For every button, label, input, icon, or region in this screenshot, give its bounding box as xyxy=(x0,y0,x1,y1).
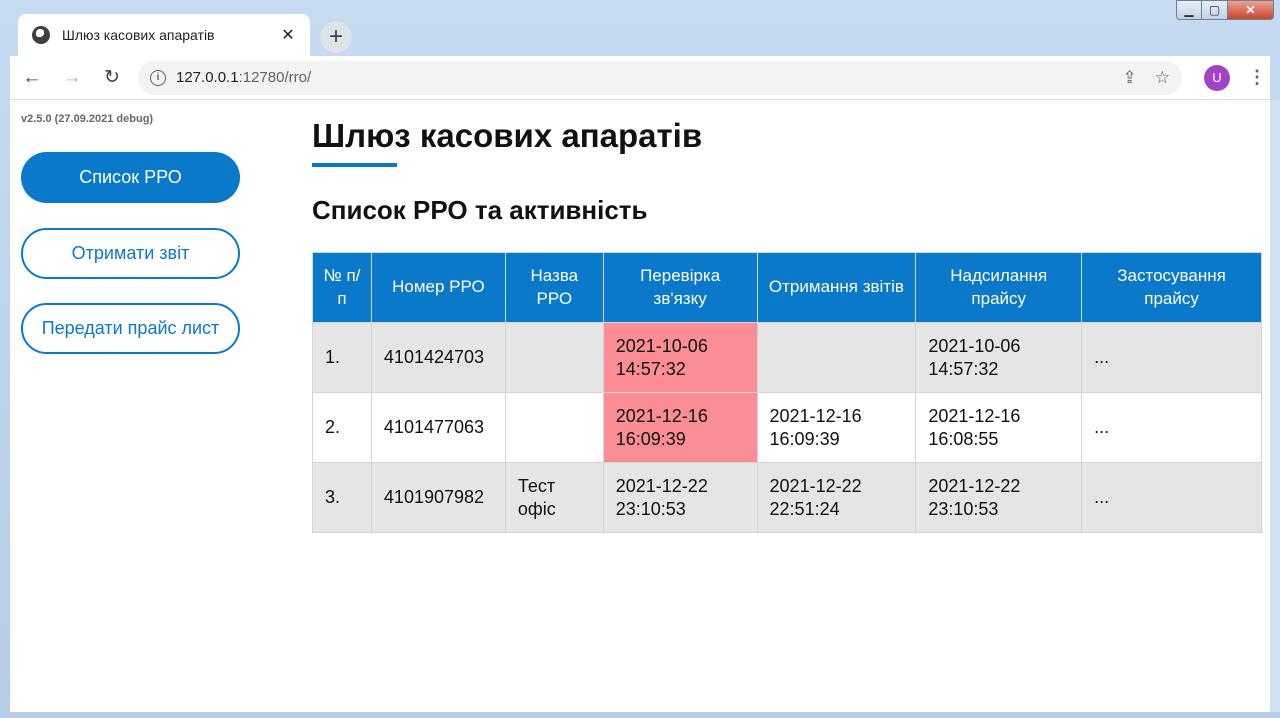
version-label: v2.5.0 (27.09.2021 debug) xyxy=(21,113,154,125)
col-header-connection-check: Перевірка зв'язку xyxy=(602,252,758,323)
new-tab-button[interactable]: + xyxy=(320,21,352,53)
cell-connection-check: 2021-12-16 16:09:39 xyxy=(602,392,758,463)
minimize-icon[interactable]: ▁ xyxy=(1176,0,1202,20)
cell-num: 3. xyxy=(312,462,372,533)
info-icon[interactable]: i xyxy=(150,69,166,86)
send-price-list-button[interactable]: Передати прайс лист xyxy=(21,303,240,354)
col-header-reports: Отримання звітів xyxy=(756,252,917,323)
cell-reports xyxy=(756,322,917,393)
url-text[interactable]: 127.0.0.1:12780/rro/ xyxy=(176,69,1105,86)
window-right-edge xyxy=(1270,100,1280,712)
close-window-icon[interactable]: ✕ xyxy=(1228,0,1274,20)
reload-icon[interactable]: ↻ xyxy=(94,60,130,96)
cell-reports: 2021-12-16 16:09:39 xyxy=(756,392,917,463)
cell-connection-check: 2021-10-06 14:57:32 xyxy=(602,322,758,393)
forward-arrow-icon[interactable]: → xyxy=(54,60,90,96)
window-controls: ▁ ▢ ✕ xyxy=(1176,0,1274,20)
cell-connection-check: 2021-12-22 23:10:53 xyxy=(602,462,758,533)
browser-toolbar: ← → ↻ i 127.0.0.1:12780/rro/ ⇪ ☆ U ⋮ xyxy=(10,56,1270,100)
cell-price-apply: ... xyxy=(1081,462,1262,533)
col-header-rro-name: Назва РРО xyxy=(504,252,604,323)
cell-rro-number: 4101424703 xyxy=(370,322,506,393)
share-icon[interactable]: ⇪ xyxy=(1123,68,1137,88)
tab-active[interactable]: Шлюз касових апаратів ✕ xyxy=(18,14,310,56)
section-title: Список РРО та активність xyxy=(312,195,648,225)
rro-table: № п/п Номер РРО Назва РРО Перевірка зв'я… xyxy=(312,252,1262,533)
cell-reports: 2021-12-22 22:51:24 xyxy=(756,462,917,533)
profile-avatar[interactable]: U xyxy=(1204,64,1230,91)
get-report-button[interactable]: Отримати звіт xyxy=(21,228,240,279)
page-content: v2.5.0 (27.09.2021 debug) Список РРО Отр… xyxy=(10,100,1270,712)
kebab-menu-icon[interactable]: ⋮ xyxy=(1248,67,1266,88)
url-host: 127.0.0.1 xyxy=(176,69,239,86)
browser-window: ▁ ▢ ✕ Шлюз касових апаратів ✕ + ← → ↻ i … xyxy=(0,0,1280,718)
back-arrow-icon[interactable]: ← xyxy=(14,60,50,96)
rro-list-button[interactable]: Список РРО xyxy=(21,152,240,203)
cell-num: 2. xyxy=(312,392,372,463)
tab-title: Шлюз касових апаратів xyxy=(62,27,215,43)
address-bar[interactable]: i 127.0.0.1:12780/rro/ ⇪ ☆ xyxy=(138,60,1182,95)
url-path: :12780/rro/ xyxy=(238,69,312,86)
page-title: Шлюз касових апаратів xyxy=(312,117,703,154)
title-underline xyxy=(312,163,397,167)
table-row: 2. 4101477063 2021-12-16 16:09:39 2021-1… xyxy=(312,392,1262,463)
col-header-price-send: Надсилання прайсу xyxy=(915,252,1083,323)
cell-rro-number: 4101907982 xyxy=(370,462,506,533)
maximize-icon[interactable]: ▢ xyxy=(1202,0,1228,20)
cell-price-send: 2021-12-22 23:10:53 xyxy=(915,462,1083,533)
cell-price-send: 2021-12-16 16:08:55 xyxy=(915,392,1083,463)
cell-num: 1. xyxy=(312,322,372,393)
cell-rro-name xyxy=(504,392,604,463)
tab-strip: Шлюз касових апаратів ✕ + xyxy=(18,14,352,56)
tab-close-icon[interactable]: ✕ xyxy=(278,25,298,45)
cell-price-apply: ... xyxy=(1081,392,1262,463)
cell-rro-number: 4101477063 xyxy=(370,392,506,463)
cell-rro-name: Тест офіс xyxy=(504,462,604,533)
bookmark-star-icon[interactable]: ☆ xyxy=(1155,68,1170,88)
table-row: 1. 4101424703 2021-10-06 14:57:32 2021-1… xyxy=(312,322,1262,393)
col-header-rro-number: Номер РРО xyxy=(370,252,506,323)
cell-rro-name xyxy=(504,322,604,393)
table-row: 3. 4101907982 Тест офіс 2021-12-22 23:10… xyxy=(312,462,1262,533)
globe-icon xyxy=(32,26,50,44)
table-header-row: № п/п Номер РРО Назва РРО Перевірка зв'я… xyxy=(312,252,1262,323)
col-header-price-apply: Застосування прайсу xyxy=(1081,252,1262,323)
cell-price-send: 2021-10-06 14:57:32 xyxy=(915,322,1083,393)
cell-price-apply: ... xyxy=(1081,322,1262,393)
col-header-num: № п/п xyxy=(312,252,372,323)
